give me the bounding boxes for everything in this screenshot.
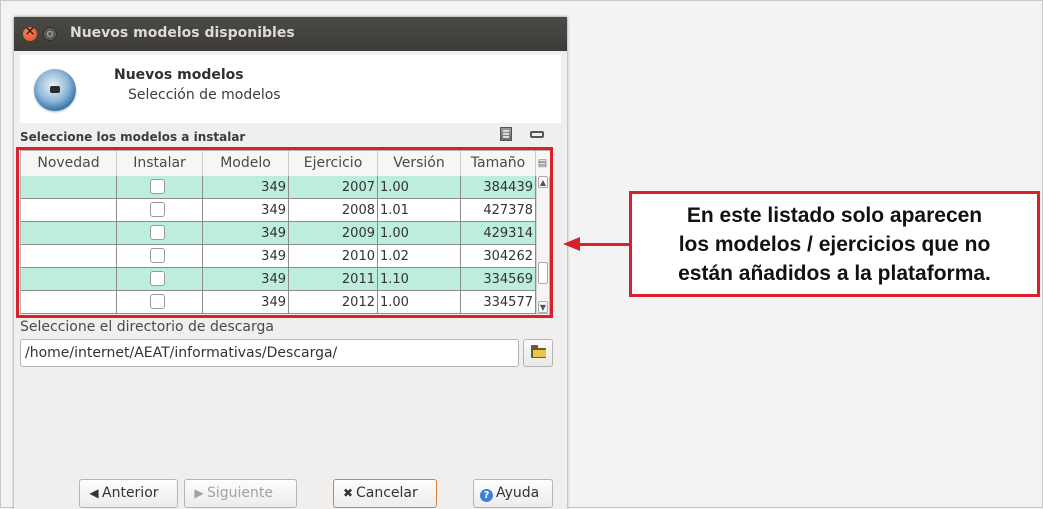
cancelar-button[interactable]: ✖ Cancelar — [333, 479, 437, 508]
annotation-callout: En este listado solo aparecen los modelo… — [629, 191, 1040, 297]
folder-open-icon — [531, 345, 546, 358]
aeat-logo-icon — [34, 69, 76, 111]
ayuda-label: Ayuda — [496, 485, 540, 501]
annotation-arrow-line — [579, 243, 629, 246]
anterior-button[interactable]: ◀ Anterior — [79, 479, 178, 508]
help-icon: ? — [480, 489, 493, 502]
window-title: Nuevos modelos disponibles — [70, 25, 295, 41]
close-window-button[interactable] — [23, 24, 37, 41]
download-dir-label: Seleccione el directorio de descarga — [20, 319, 274, 335]
arrow-right-icon: ▶ — [194, 486, 204, 500]
browse-folder-button[interactable] — [523, 339, 553, 367]
download-dir-input[interactable]: /home/internet/AEAT/informativas/Descarg… — [20, 339, 519, 367]
header-title: Nuevos modelos — [114, 67, 244, 83]
table-highlight-box — [16, 147, 553, 318]
select-all-icon[interactable] — [500, 127, 512, 141]
minimize-window-button[interactable] — [43, 27, 57, 41]
annotation-line-3: están añadidos a la plataforma. — [678, 262, 991, 285]
screenshot-frame: Nuevos modelos disponibles Nuevos modelo… — [0, 0, 1043, 509]
annotation-line-1: En este listado solo aparecen — [686, 204, 983, 227]
cancel-icon: ✖ — [342, 486, 354, 500]
arrow-left-icon: ◀ — [89, 486, 99, 500]
siguiente-label: Siguiente — [207, 485, 274, 501]
header-subtitle: Selección de modelos — [128, 87, 281, 103]
siguiente-button[interactable]: ▶ Siguiente — [184, 479, 297, 508]
models-section-label: Seleccione los modelos a instalar — [20, 130, 246, 144]
dialog-window: Nuevos modelos disponibles Nuevos modelo… — [14, 17, 567, 509]
deselect-all-icon[interactable] — [530, 131, 544, 138]
annotation-line-2: los modelos / ejercicios que no — [678, 233, 991, 256]
ayuda-button[interactable]: ? Ayuda — [473, 479, 553, 508]
title-bar: Nuevos modelos disponibles — [14, 17, 567, 51]
anterior-label: Anterior — [102, 485, 159, 501]
wizard-header: Nuevos modelos Selección de modelos — [20, 55, 561, 123]
annotation-arrow-head — [563, 237, 580, 251]
cancelar-label: Cancelar — [356, 485, 418, 501]
